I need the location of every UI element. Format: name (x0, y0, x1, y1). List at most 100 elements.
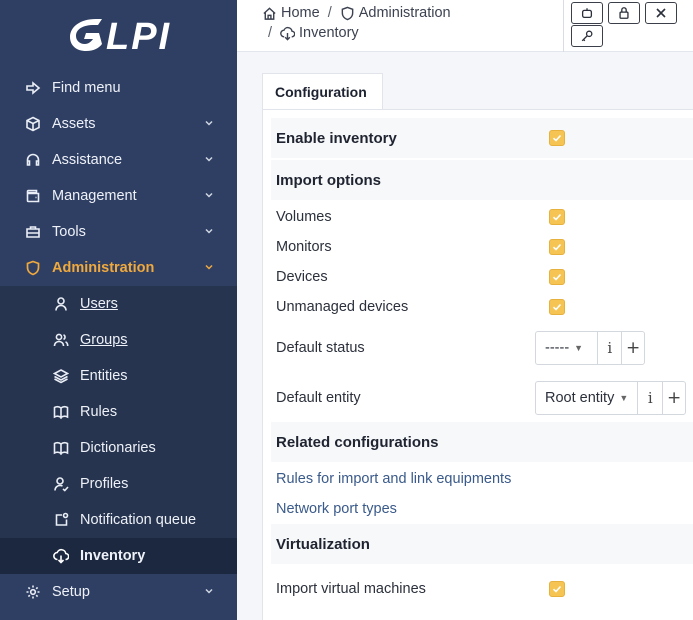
default-entity-info-button[interactable]: i (637, 382, 662, 414)
sidebar-item-label: Dictionaries (80, 440, 156, 456)
sidebar-item-tools[interactable]: Tools (0, 214, 237, 250)
chevron-down-icon (205, 192, 213, 198)
sidebar-item-rules[interactable]: Rules (0, 394, 237, 430)
volumes-checkbox[interactable] (549, 209, 565, 225)
check-icon (552, 243, 562, 251)
caret-down-icon: ▼ (619, 393, 629, 403)
tab-configuration[interactable]: Configuration (262, 73, 383, 110)
default-status-dropdown[interactable]: ----- ▼ (536, 340, 597, 356)
rules-import-link[interactable]: Rules for import and link equipments (276, 471, 511, 487)
key-icon (581, 30, 593, 42)
virtualization-header: Virtualization (271, 524, 693, 564)
shield-icon (341, 6, 354, 20)
devices-label: Devices (276, 269, 328, 285)
breadcrumb: Home / Administration (262, 5, 451, 21)
devices-checkbox[interactable] (549, 269, 565, 285)
sidebar-item-profiles[interactable]: Profiles (0, 466, 237, 502)
default-status-select: ----- ▼ i + (535, 331, 645, 365)
enable-inventory-label: Enable inventory (276, 129, 397, 147)
bot-button[interactable] (571, 2, 603, 24)
default-entity-dropdown[interactable]: Root entity ▼ (536, 390, 637, 406)
breadcrumb-inventory-link[interactable]: Inventory (280, 25, 359, 41)
breadcrumb-home-link[interactable]: Home (262, 5, 320, 21)
sidebar-item-label: Rules (80, 404, 118, 420)
default-status-add-button[interactable]: + (621, 332, 644, 364)
sidebar-item-assistance[interactable]: Assistance (0, 142, 237, 178)
book-icon (52, 439, 70, 457)
related-configurations-header: Related configurations (271, 422, 693, 462)
home-icon (263, 6, 276, 20)
sidebar-item-label: Groups (80, 332, 128, 348)
sidebar-item-find-menu[interactable]: Find menu (0, 70, 237, 106)
chevron-down-icon (205, 264, 213, 270)
default-entity-select: Root entity ▼ i + (535, 381, 686, 415)
sidebar-item-label: Administration (52, 260, 155, 276)
import-vm-row: Import virtual machines (271, 574, 693, 604)
check-icon (552, 303, 562, 311)
sidebar-item-label: Notification queue (80, 512, 197, 528)
configuration-panel: Enable inventory Import options Volumes … (262, 109, 693, 620)
sidebar-item-administration[interactable]: Administration (0, 250, 237, 286)
divider (563, 0, 564, 52)
gear-icon (24, 583, 42, 601)
network-port-types-link[interactable]: Network port types (276, 501, 397, 517)
cloud-download-icon (52, 547, 70, 565)
sidebar-item-label: Assistance (52, 152, 123, 168)
administration-submenu: Users Groups Entities Rules Dictionaries… (0, 286, 237, 574)
close-button[interactable] (645, 2, 677, 24)
monitors-checkbox[interactable] (549, 239, 565, 255)
users-icon (52, 331, 70, 349)
sidebar-item-inventory[interactable]: Inventory (0, 538, 237, 574)
sidebar-item-users[interactable]: Users (0, 286, 237, 322)
key-button[interactable] (571, 25, 603, 47)
default-status-value: ----- (545, 340, 570, 356)
import-options-header: Import options (271, 160, 693, 200)
sidebar-item-management[interactable]: Management (0, 178, 237, 214)
default-entity-row: Default entity Root entity ▼ i + (271, 380, 693, 416)
user-icon (52, 295, 70, 313)
sidebar-item-assets[interactable]: Assets (0, 106, 237, 142)
breadcrumb-admin-label: Administration (358, 5, 451, 21)
sidebar-item-label: Find menu (52, 80, 121, 96)
import-vm-checkbox[interactable] (549, 581, 565, 597)
default-entity-add-button[interactable]: + (662, 382, 685, 414)
rules-link-row: Rules for import and link equipments (271, 464, 693, 494)
check-icon (552, 213, 562, 221)
lock-button[interactable] (608, 2, 640, 24)
sidebar-item-dictionaries[interactable]: Dictionaries (0, 430, 237, 466)
close-icon (656, 8, 666, 18)
sidebar-item-entities[interactable]: Entities (0, 358, 237, 394)
chevron-down-icon (205, 120, 213, 126)
cloud-download-icon (280, 26, 296, 41)
sidebar-item-label: Entities (80, 368, 128, 384)
glpi-logo[interactable]: LPI (66, 13, 176, 58)
sidebar-item-label: Assets (52, 116, 96, 132)
breadcrumb-admin-link[interactable]: Administration (340, 5, 451, 21)
import-options-title: Import options (276, 171, 381, 189)
unmanaged-devices-label: Unmanaged devices (276, 299, 409, 315)
sidebar: LPI Find menu Assets Assistance Manageme… (0, 0, 237, 620)
default-status-info-button[interactable]: i (597, 332, 621, 364)
main-content: Configuration Enable inventory Import op… (237, 52, 693, 620)
monitors-label: Monitors (276, 239, 332, 255)
default-entity-label: Default entity (276, 390, 361, 406)
sidebar-item-setup[interactable]: Setup (0, 574, 237, 610)
unmanaged-devices-checkbox[interactable] (549, 299, 565, 315)
top-bar: Home / Administration / Inventory (237, 0, 693, 52)
lock-icon (619, 7, 629, 19)
monitors-row: Monitors (271, 232, 693, 262)
devices-row: Devices (271, 262, 693, 292)
default-status-label: Default status (276, 340, 365, 356)
stack-icon (52, 367, 70, 385)
unmanaged-devices-row: Unmanaged devices (271, 292, 693, 322)
enable-inventory-checkbox[interactable] (549, 130, 565, 146)
sidebar-item-label: Management (52, 188, 137, 204)
sidebar-item-label: Tools (52, 224, 86, 240)
breadcrumb-inventory-label: Inventory (299, 25, 359, 41)
sidebar-item-label: Setup (52, 584, 90, 600)
ports-link-row: Network port types (271, 494, 693, 524)
sidebar-item-notification-queue[interactable]: Notification queue (0, 502, 237, 538)
caret-down-icon: ▼ (574, 343, 584, 353)
chevron-down-icon (205, 228, 213, 234)
sidebar-item-groups[interactable]: Groups (0, 322, 237, 358)
